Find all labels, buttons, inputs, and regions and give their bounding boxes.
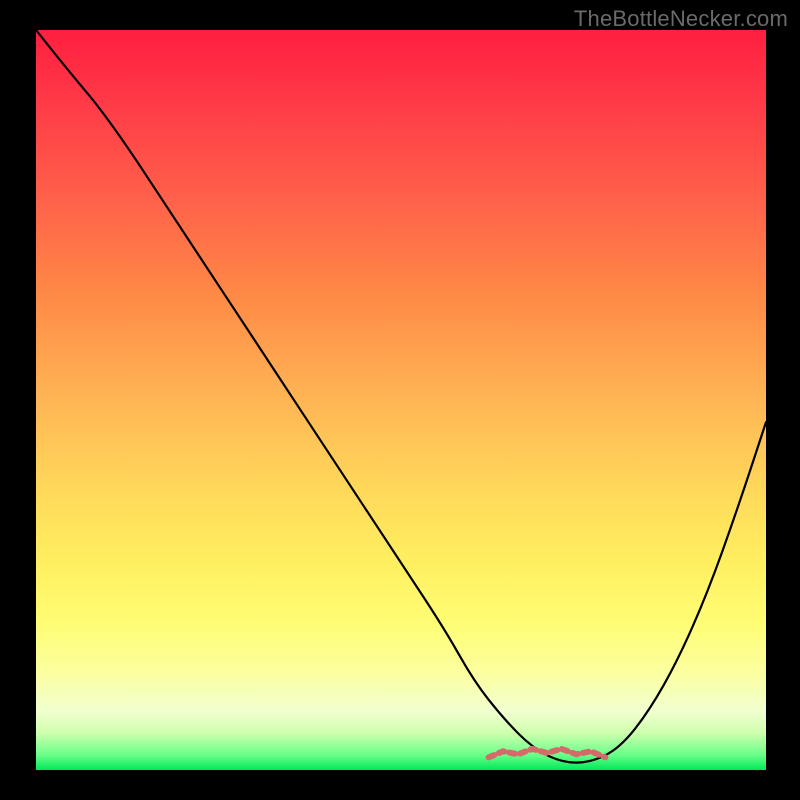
bottleneck-curve [36, 30, 766, 763]
chart-svg [36, 30, 766, 770]
plot-area [36, 30, 766, 770]
chart-frame: TheBottleNecker.com [0, 0, 800, 800]
watermark-text: TheBottleNecker.com [574, 6, 788, 32]
